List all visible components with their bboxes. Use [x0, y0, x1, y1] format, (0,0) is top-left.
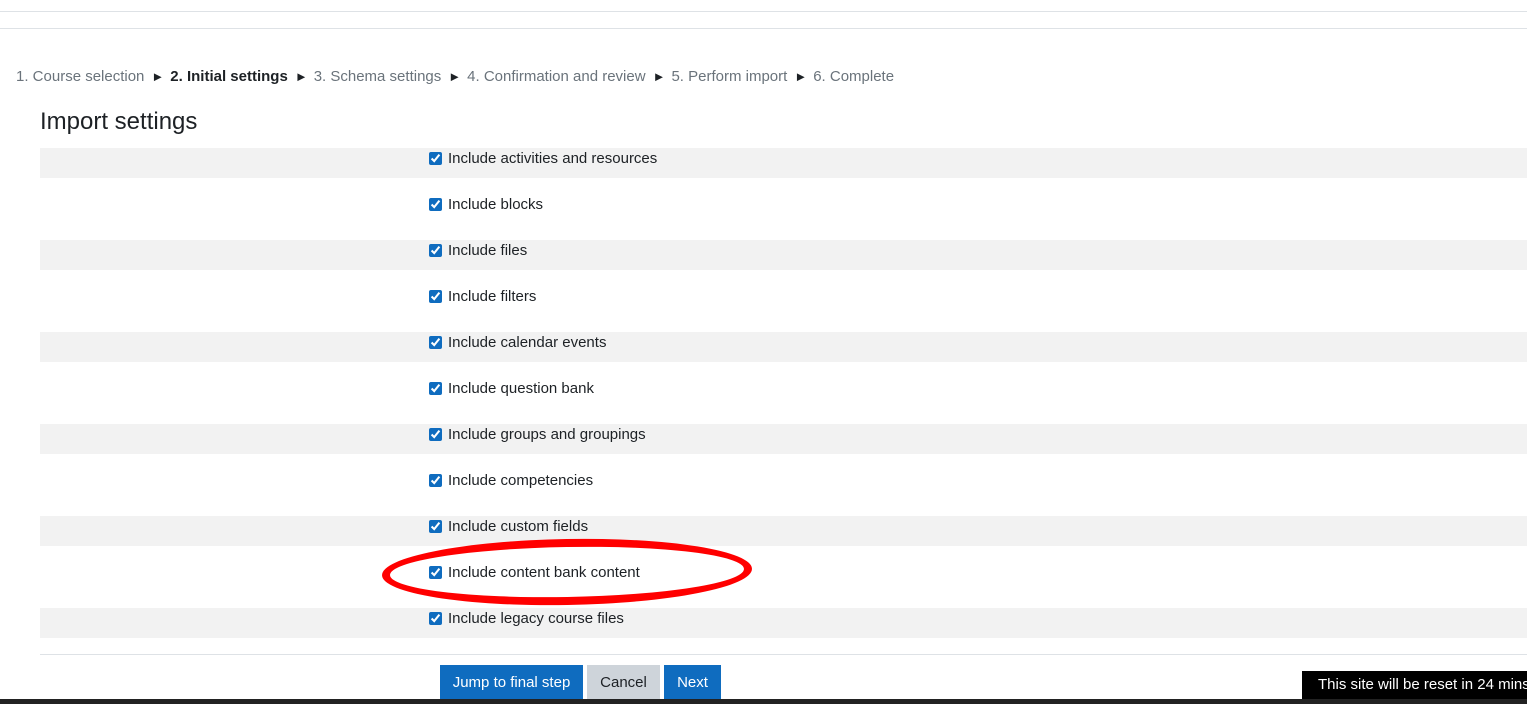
setting-row-files: Include files — [40, 240, 1527, 286]
include-content-bank-checkbox[interactable] — [429, 566, 442, 579]
include-activities-checkbox[interactable] — [429, 152, 442, 165]
include-files-label[interactable]: Include files — [448, 242, 527, 260]
step-separator: ► — [448, 69, 462, 84]
include-blocks-checkbox[interactable] — [429, 198, 442, 211]
step-separator: ► — [294, 69, 308, 84]
include-question-bank-label[interactable]: Include question bank — [448, 380, 594, 398]
setting-row-blocks: Include blocks — [40, 194, 1527, 240]
step-separator: ► — [794, 69, 808, 84]
import-settings-list: Include activities and resources Include… — [40, 148, 1527, 654]
include-filters-label[interactable]: Include filters — [448, 288, 536, 306]
step-separator: ► — [151, 69, 165, 84]
setting-row-competencies: Include competencies — [40, 470, 1527, 516]
next-button[interactable]: Next — [664, 665, 721, 701]
include-question-bank-checkbox[interactable] — [429, 382, 442, 395]
include-filters-checkbox[interactable] — [429, 290, 442, 303]
setting-row-question-bank: Include question bank — [40, 378, 1527, 424]
step-separator: ► — [652, 69, 666, 84]
setting-row-content-bank: Include content bank content — [40, 562, 1527, 608]
include-custom-fields-label[interactable]: Include custom fields — [448, 518, 588, 536]
include-legacy-files-checkbox[interactable] — [429, 612, 442, 625]
cancel-button[interactable]: Cancel — [587, 665, 660, 701]
import-steps-breadcrumb: 1. Course selection ► 2. Initial settings ►… — [16, 67, 894, 87]
setting-row-custom-fields: Include custom fields — [40, 516, 1527, 562]
include-custom-fields-checkbox[interactable] — [429, 520, 442, 533]
step-course-selection: 1. Course selection — [16, 68, 145, 85]
include-competencies-checkbox[interactable] — [429, 474, 442, 487]
step-schema-settings: 3. Schema settings — [313, 68, 442, 85]
setting-row-filters: Include filters — [40, 286, 1527, 332]
setting-row-legacy-files: Include legacy course files — [40, 608, 1527, 654]
setting-row-activities: Include activities and resources — [40, 148, 1527, 194]
include-activities-label[interactable]: Include activities and resources — [448, 150, 657, 168]
step-perform-import: 5. Perform import — [671, 68, 788, 85]
include-content-bank-label[interactable]: Include content bank content — [448, 564, 640, 582]
include-legacy-files-label[interactable]: Include legacy course files — [448, 610, 624, 628]
header-divider-bottom — [0, 28, 1527, 29]
step-initial-settings: 2. Initial settings — [170, 68, 288, 85]
setting-row-groups: Include groups and groupings — [40, 424, 1527, 470]
step-complete: 6. Complete — [813, 68, 895, 85]
step-confirmation-review: 4. Confirmation and review — [467, 68, 646, 85]
include-files-checkbox[interactable] — [429, 244, 442, 257]
include-groups-label[interactable]: Include groups and groupings — [448, 426, 646, 444]
footer-bar — [0, 699, 1527, 704]
include-groups-checkbox[interactable] — [429, 428, 442, 441]
page-title: Import settings — [40, 108, 198, 135]
include-calendar-events-label[interactable]: Include calendar events — [448, 334, 606, 352]
setting-row-calendar-events: Include calendar events — [40, 332, 1527, 378]
site-reset-notice: This site will be reset in 24 mins — [1302, 671, 1527, 699]
jump-to-final-step-button[interactable]: Jump to final step — [440, 665, 583, 701]
form-divider — [40, 654, 1527, 655]
include-blocks-label[interactable]: Include blocks — [448, 196, 543, 214]
header-divider-top — [0, 11, 1527, 12]
include-calendar-events-checkbox[interactable] — [429, 336, 442, 349]
include-competencies-label[interactable]: Include competencies — [448, 472, 593, 490]
